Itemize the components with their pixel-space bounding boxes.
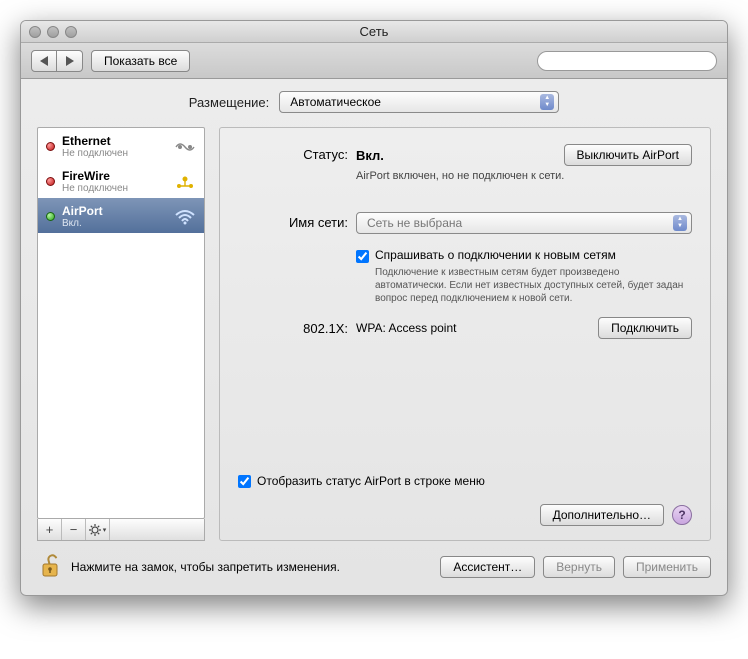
search-field-wrap <box>537 51 717 71</box>
lock-button[interactable] <box>37 553 63 581</box>
ask-join-label: Спрашивать о подключении к новым сетям <box>375 248 692 262</box>
sidebar-item-sub: Не подключен <box>62 148 167 159</box>
status-row: Статус: Вкл. Выключить AirPort AirPort в… <box>238 144 692 182</box>
sidebar-item-airport[interactable]: AirPort Вкл. <box>38 198 204 233</box>
location-row: Размещение: Автоматическое <box>37 91 711 113</box>
add-interface-button[interactable]: + <box>38 519 62 540</box>
revert-button[interactable]: Вернуть <box>543 556 615 578</box>
content: Размещение: Автоматическое Ethernet Не п… <box>21 79 727 595</box>
dot1x-connect-button[interactable]: Подключить <box>598 317 692 339</box>
location-value: Автоматическое <box>290 95 381 109</box>
sidebar-item-text: Ethernet Не подключен <box>62 134 167 159</box>
remove-interface-button[interactable]: − <box>62 519 86 540</box>
dot1x-value: WPA: Access point <box>356 321 456 335</box>
back-button[interactable] <box>31 50 57 72</box>
network-name-popup[interactable]: Сеть не выбрана <box>356 212 692 234</box>
assistant-button[interactable]: Ассистент… <box>440 556 535 578</box>
show-all-button[interactable]: Показать все <box>91 50 190 72</box>
advanced-button[interactable]: Дополнительно… <box>540 504 664 526</box>
lock-text: Нажмите на замок, чтобы запретить измене… <box>71 560 432 574</box>
search-input[interactable] <box>537 51 717 71</box>
sidebar-item-sub: Не подключен <box>62 183 167 194</box>
show-menu-checkbox[interactable] <box>238 475 251 488</box>
help-button[interactable]: ? <box>672 505 692 525</box>
sidebar-footer: + − <box>37 519 205 541</box>
status-dot-icon <box>46 142 55 151</box>
firewire-icon <box>174 174 196 190</box>
sidebar-item-ethernet[interactable]: Ethernet Не подключен <box>38 128 204 163</box>
forward-button[interactable] <box>57 50 83 72</box>
gear-icon <box>89 524 101 536</box>
show-menu-status-row: Отобразить статус AirPort в строке меню <box>238 474 692 488</box>
ask-join-hint: Подключение к известным сетям будет прои… <box>375 266 692 305</box>
interface-list: Ethernet Не подключен FireWire Не подклю… <box>37 127 205 519</box>
chevron-updown-icon <box>540 94 554 110</box>
nav-buttons <box>31 50 83 72</box>
chevron-updown-icon <box>673 215 687 231</box>
sidebar-item-title: Ethernet <box>62 134 167 148</box>
ask-join-row: Спрашивать о подключении к новым сетям П… <box>238 248 692 305</box>
network-name-row: Имя сети: Сеть не выбрана <box>238 212 692 234</box>
show-menu-label: Отобразить статус AirPort в строке меню <box>257 474 485 488</box>
status-dot-icon <box>46 212 55 221</box>
apply-button[interactable]: Применить <box>623 556 711 578</box>
network-name-label: Имя сети: <box>238 212 348 230</box>
ask-join-checkbox[interactable] <box>356 250 369 263</box>
toolbar: Показать все <box>21 43 727 79</box>
location-popup[interactable]: Автоматическое <box>279 91 559 113</box>
main-row: Ethernet Не подключен FireWire Не подклю… <box>37 127 711 541</box>
sidebar-item-text: AirPort Вкл. <box>62 204 167 229</box>
dot1x-label: 802.1X: <box>238 321 348 336</box>
network-prefs-window: Сеть Показать все Размещение: Автоматиче… <box>20 20 728 596</box>
sidebar-item-firewire[interactable]: FireWire Не подключен <box>38 163 204 198</box>
action-menu-button[interactable] <box>86 519 110 540</box>
window-title: Сеть <box>21 24 727 39</box>
detail-panel: Статус: Вкл. Выключить AirPort AirPort в… <box>219 127 711 541</box>
status-label: Статус: <box>238 144 348 162</box>
wifi-icon <box>174 209 196 225</box>
footer: Нажмите на замок, чтобы запретить измене… <box>37 541 711 581</box>
network-name-value: Сеть не выбрана <box>367 216 462 230</box>
location-label: Размещение: <box>189 95 270 110</box>
status-dot-icon <box>46 177 55 186</box>
toggle-airport-button[interactable]: Выключить AirPort <box>564 144 692 166</box>
sidebar-wrap: Ethernet Не подключен FireWire Не подклю… <box>37 127 205 541</box>
dot1x-row: 802.1X: WPA: Access point Подключить <box>238 317 692 339</box>
titlebar: Сеть <box>21 21 727 43</box>
unlock-icon <box>40 554 60 580</box>
sidebar-item-title: FireWire <box>62 169 167 183</box>
sidebar-item-sub: Вкл. <box>62 218 167 229</box>
sidebar-item-title: AirPort <box>62 204 167 218</box>
sidebar-item-text: FireWire Не подключен <box>62 169 167 194</box>
status-hint: AirPort включен, но не подключен к сети. <box>356 170 692 182</box>
ethernet-icon <box>174 139 196 155</box>
status-value: Вкл. <box>356 148 384 163</box>
